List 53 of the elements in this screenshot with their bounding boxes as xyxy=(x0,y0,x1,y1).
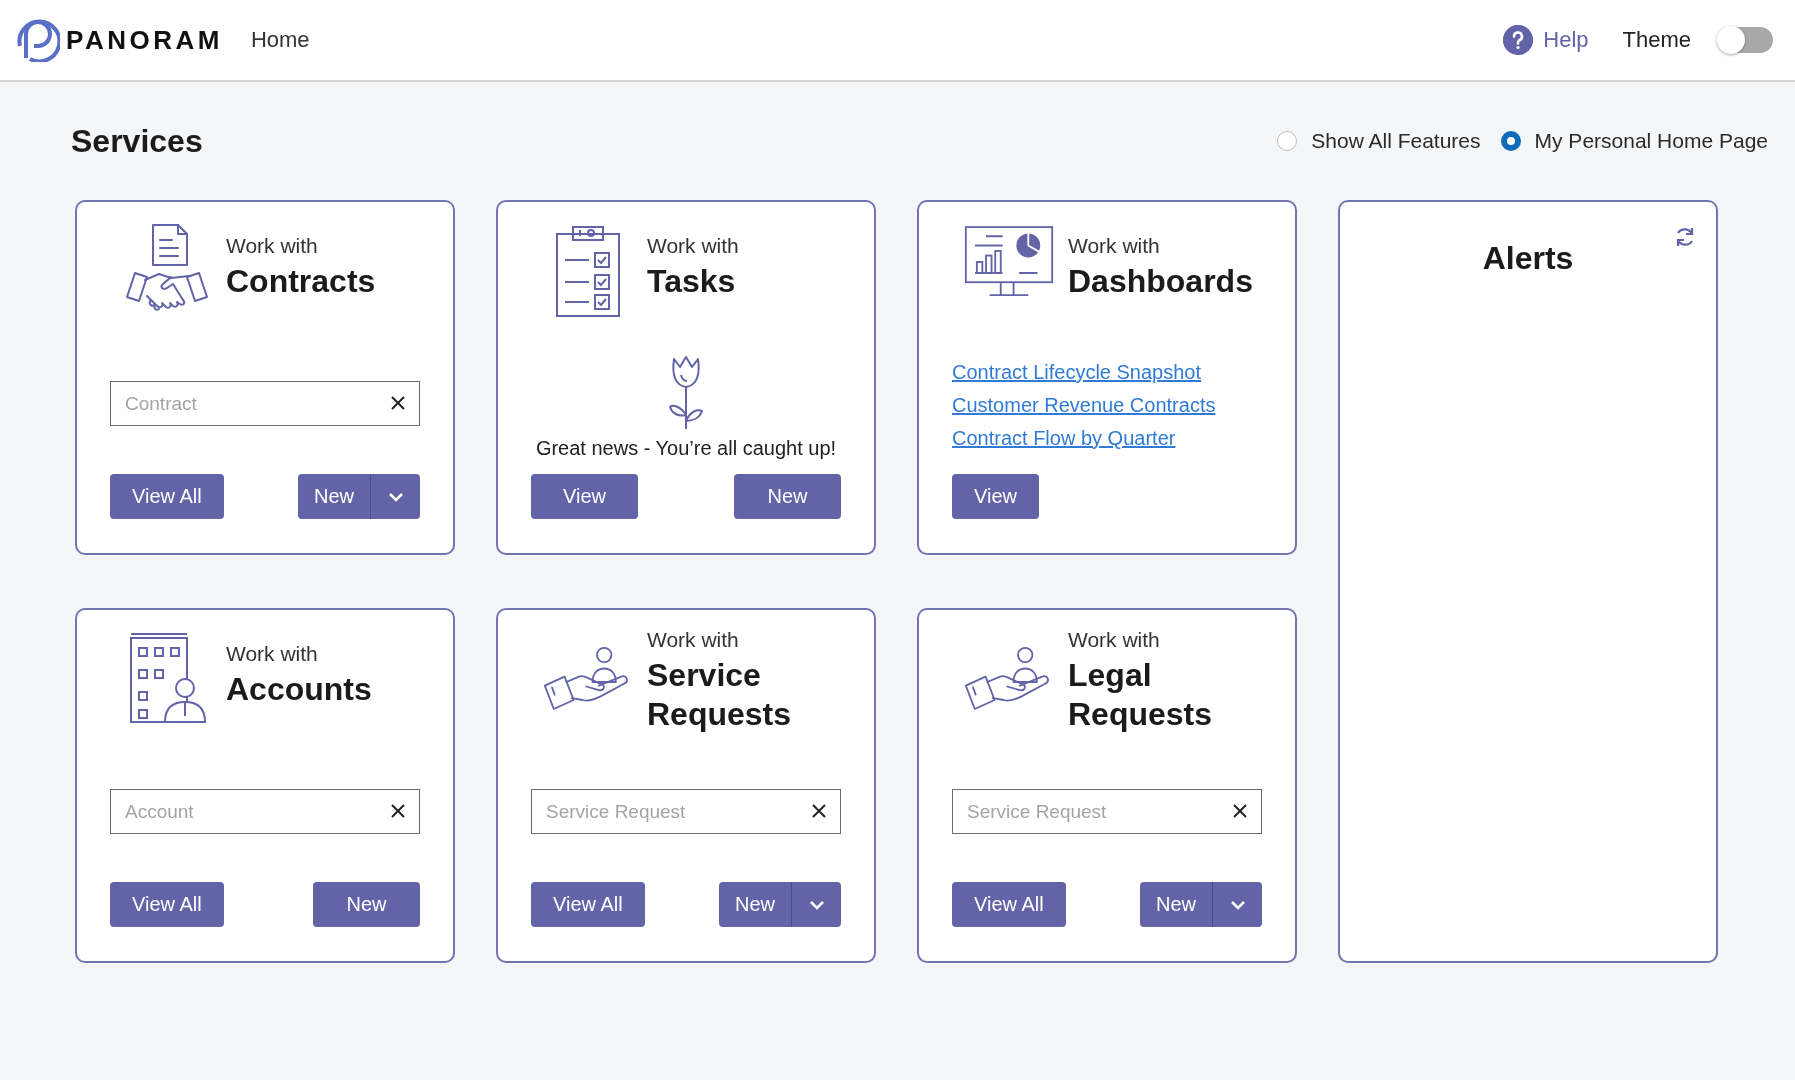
search-field[interactable]: Service Request xyxy=(952,789,1262,834)
card-title: Accounts xyxy=(226,670,372,709)
clear-icon[interactable] xyxy=(1232,803,1248,819)
radio-button[interactable] xyxy=(1277,131,1298,151)
action-button[interactable]: New xyxy=(734,474,841,519)
action-button[interactable]: View All xyxy=(110,474,224,519)
help-link[interactable]: Help xyxy=(1503,25,1589,55)
action-button[interactable]: View All xyxy=(952,882,1066,927)
help-icon xyxy=(1503,25,1534,55)
caret-icon xyxy=(1229,899,1246,910)
theme-label: Theme xyxy=(1622,27,1691,53)
card-title: Service Requests xyxy=(647,656,793,735)
radio-button[interactable] xyxy=(1500,131,1521,151)
clear-icon[interactable] xyxy=(390,803,406,819)
clear-icon[interactable] xyxy=(811,803,827,819)
card-title: Tasks xyxy=(647,262,737,301)
action-button[interactable]: New xyxy=(313,882,420,927)
dashboard-link[interactable]: Customer Revenue Contracts xyxy=(952,394,1216,417)
clear-icon[interactable] xyxy=(390,395,406,411)
status-message: Great news - You’re all caught up! xyxy=(534,437,838,460)
action-button[interactable]: View All xyxy=(531,882,645,927)
action-button[interactable]: View All xyxy=(110,882,224,927)
action-button[interactable]: View xyxy=(952,474,1039,519)
action-button[interactable]: New xyxy=(719,882,791,927)
search-field[interactable]: Contract xyxy=(110,381,420,426)
search-field[interactable]: Service Request xyxy=(531,789,841,834)
caret-icon xyxy=(808,899,825,910)
flower-icon xyxy=(668,355,704,431)
action-button[interactable]: New xyxy=(1140,882,1212,927)
refresh-icon[interactable] xyxy=(1674,226,1696,248)
view-option[interactable]: Show All Features xyxy=(1277,129,1481,153)
card-title: Contracts xyxy=(226,262,376,301)
caret-icon xyxy=(387,491,404,502)
building-person-icon xyxy=(127,630,207,724)
card-intro: Work with xyxy=(226,234,319,258)
page-title: Services xyxy=(71,122,204,160)
search-field[interactable]: Account xyxy=(110,789,420,834)
card-intro: Work with xyxy=(1068,234,1161,258)
dashboard-link[interactable]: Contract Flow by Quarter xyxy=(952,427,1176,450)
home-link[interactable]: Home xyxy=(250,27,310,53)
view-option[interactable]: My Personal Home Page xyxy=(1500,129,1768,153)
card-intro: Work with xyxy=(1068,628,1161,652)
card-intro: Work with xyxy=(226,642,319,666)
card-title: Dashboards xyxy=(1068,262,1253,301)
card-intro: Work with xyxy=(647,628,740,652)
action-button[interactable]: New xyxy=(298,474,370,519)
action-button[interactable]: View xyxy=(531,474,638,519)
card-title: Legal Requests xyxy=(1068,656,1214,735)
dashboard-link[interactable]: Contract Lifecycle Snapshot xyxy=(952,361,1202,384)
card-intro: Work with xyxy=(647,234,739,258)
brand-name: PANORAM xyxy=(66,24,223,56)
alerts-title: Alerts xyxy=(1481,239,1575,277)
logo-icon xyxy=(16,18,60,62)
